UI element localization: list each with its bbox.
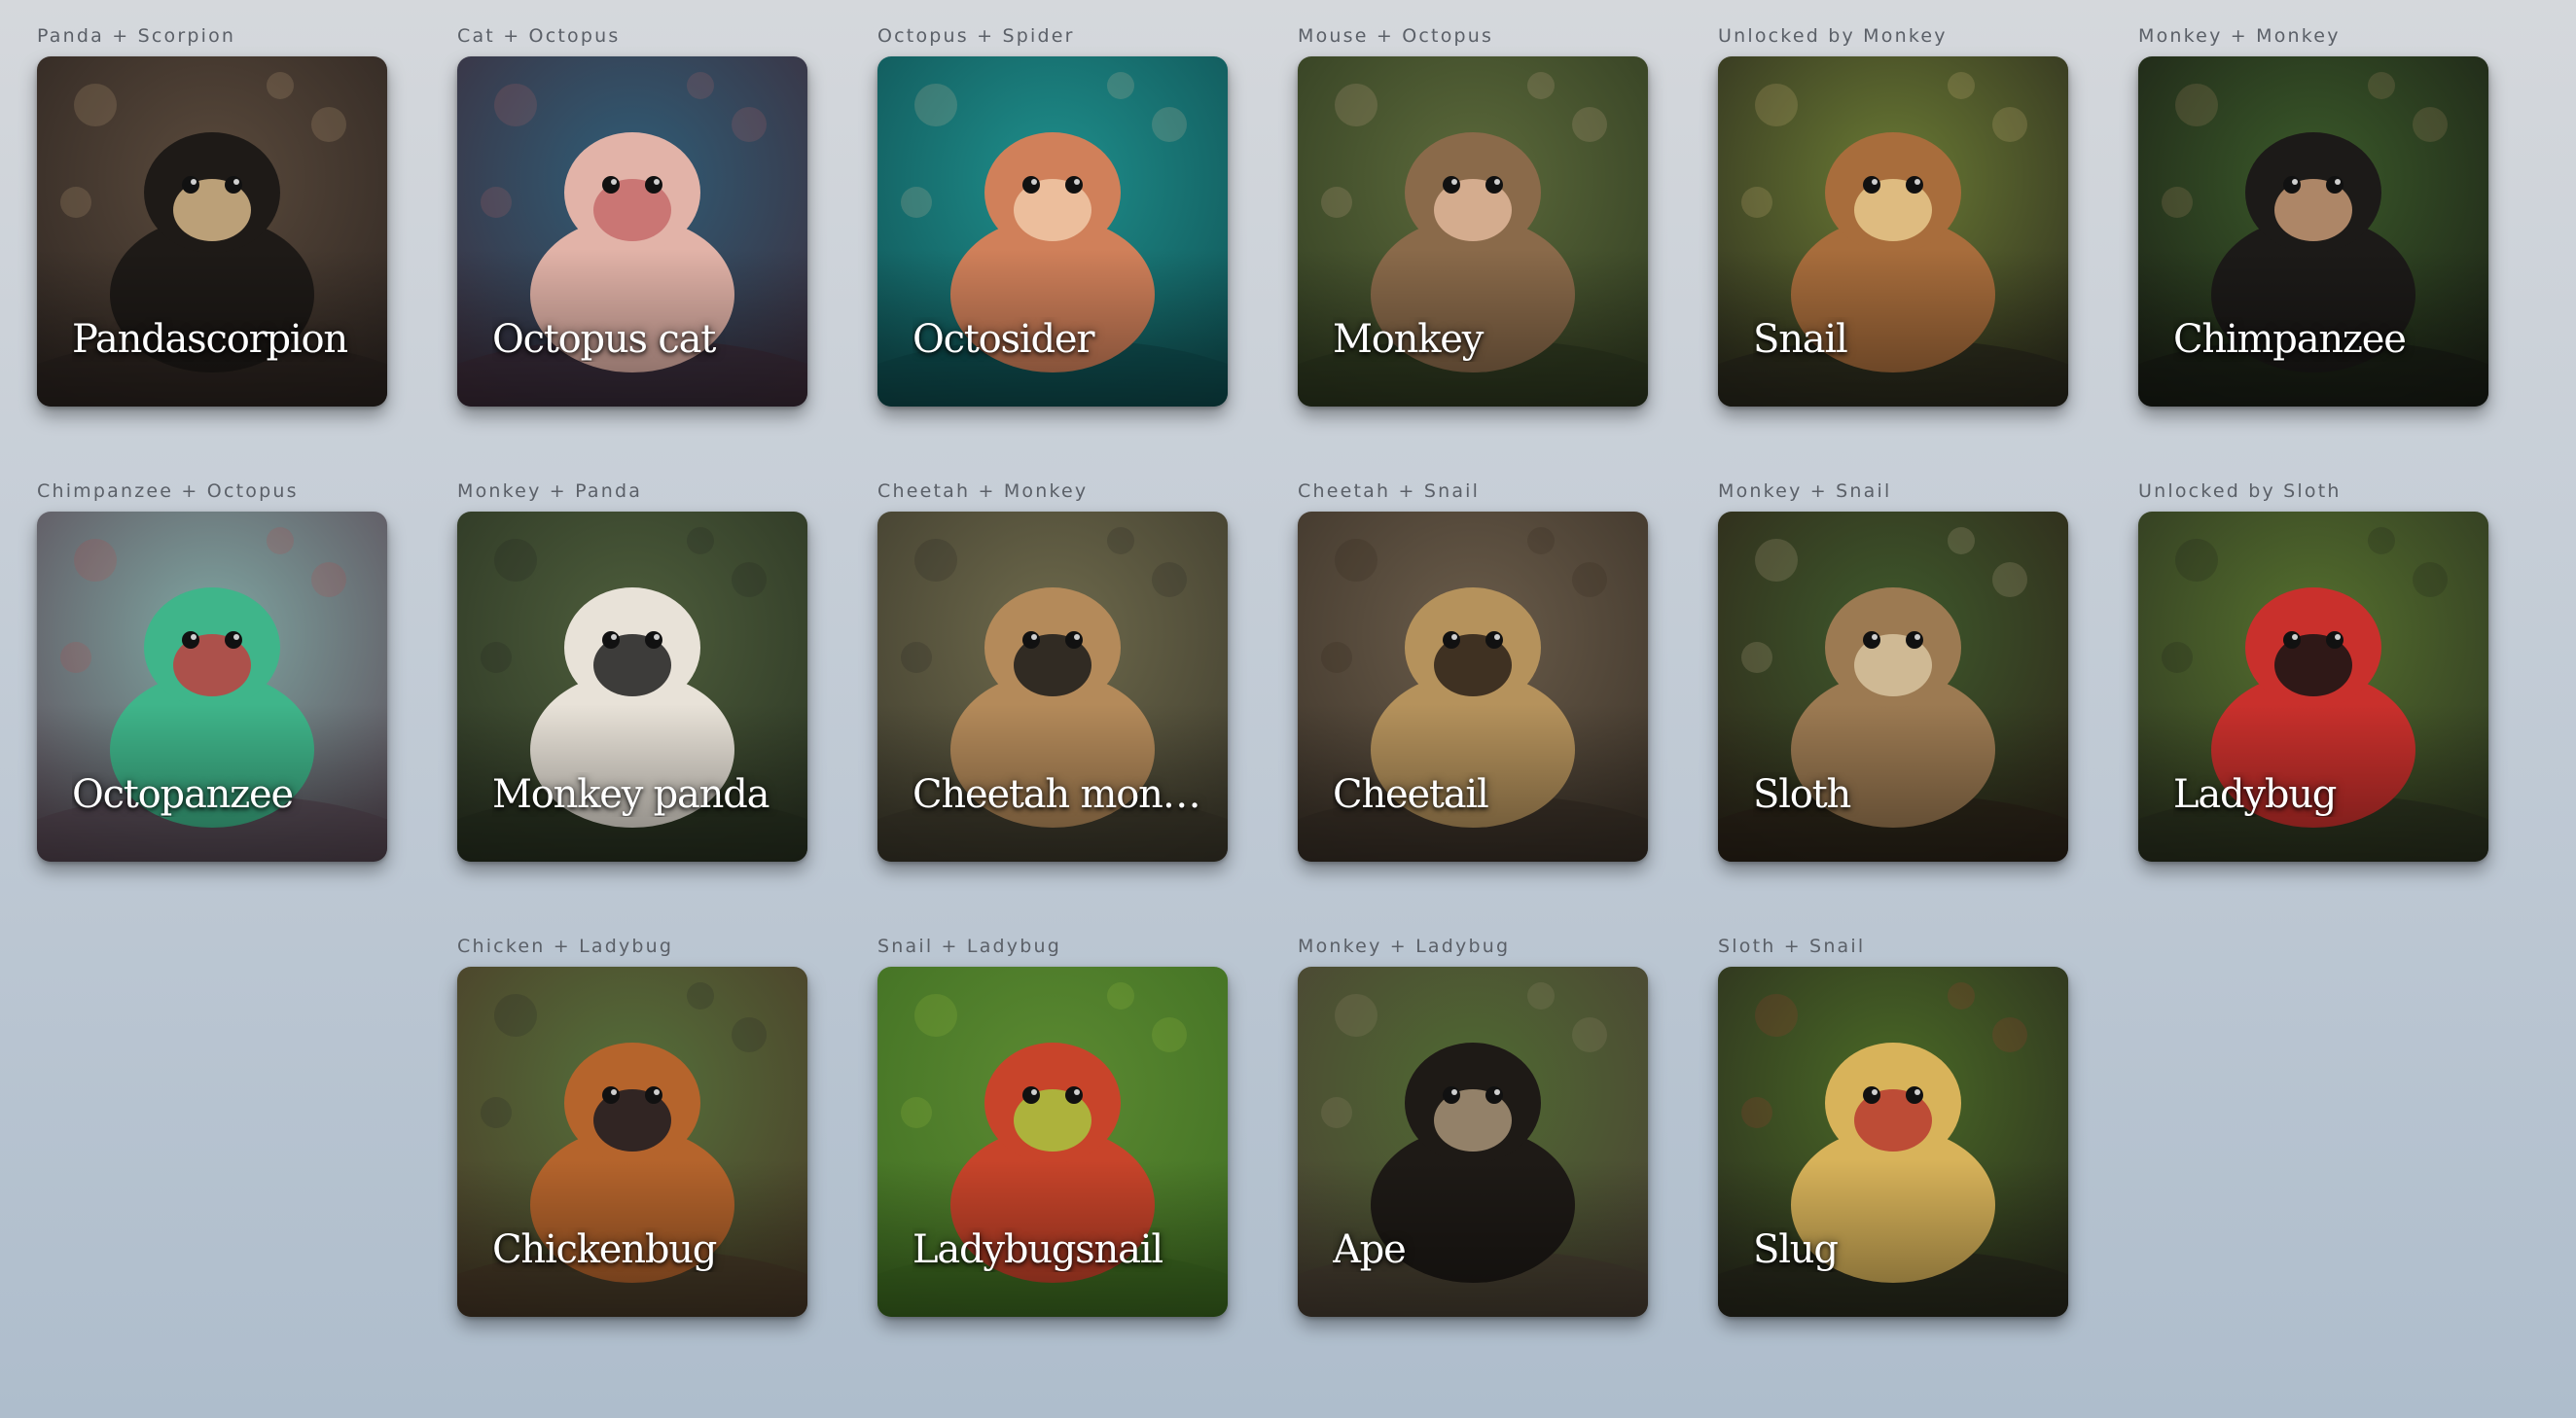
tile-monkey: Mouse + Octopus Monkey xyxy=(1298,23,1650,407)
creature-name: Octosider xyxy=(912,317,1094,362)
creature-card[interactable]: Pandascorpion xyxy=(37,56,387,407)
creature-card[interactable]: Octosider xyxy=(877,56,1228,407)
tile-sloth: Monkey + Snail Sloth xyxy=(1718,479,2070,862)
creature-card[interactable]: Ape xyxy=(1298,967,1648,1317)
creature-card[interactable]: Cheetail xyxy=(1298,512,1648,862)
recipe-label: Unlocked by Sloth xyxy=(2138,480,2342,502)
creature-name: Ladybug xyxy=(2173,772,2337,817)
creature-card[interactable]: Sloth xyxy=(1718,512,2068,862)
creature-name: Sloth xyxy=(1753,772,1851,817)
recipe-label: Unlocked by Monkey xyxy=(1718,25,1948,47)
creature-card[interactable]: Octopanzee xyxy=(37,512,387,862)
creature-card[interactable]: Cheetah monkey xyxy=(877,512,1228,862)
creature-card[interactable]: Snail xyxy=(1718,56,2068,407)
tile-octosider: Octopus + Spider Octosider xyxy=(877,23,1230,407)
tile-chickenbug: Chicken + Ladybug Chickenbug xyxy=(457,934,809,1317)
tile-octopanzee: Chimpanzee + Octopus Octopanzee xyxy=(37,479,389,862)
recipe-label: Monkey + Panda xyxy=(457,480,643,502)
creature-name: Octopanzee xyxy=(72,772,294,817)
creature-name: Octopus cat xyxy=(492,317,716,362)
recipe-label: Monkey + Snail xyxy=(1718,480,1892,502)
recipe-label: Snail + Ladybug xyxy=(877,936,1061,957)
creature-name: Pandascorpion xyxy=(72,317,348,362)
creature-name: Chickenbug xyxy=(492,1227,717,1272)
recipe-label: Cheetah + Snail xyxy=(1298,480,1481,502)
tile-pandascorpion: Panda + Scorpion Pandascorpion xyxy=(37,23,389,407)
recipe-label: Panda + Scorpion xyxy=(37,25,236,47)
recipe-label: Chimpanzee + Octopus xyxy=(37,480,299,502)
recipe-label: Chicken + Ladybug xyxy=(457,936,674,957)
creature-name: Cheetah monkey xyxy=(912,772,1214,817)
tile-cheetail: Cheetah + Snail Cheetail xyxy=(1298,479,1650,862)
creature-name: Ape xyxy=(1333,1227,1407,1272)
recipe-label: Monkey + Monkey xyxy=(2138,25,2341,47)
creature-card[interactable]: Chickenbug xyxy=(457,967,807,1317)
creature-card[interactable]: Ladybug xyxy=(2138,512,2488,862)
tile-monkey-panda: Monkey + Panda Monkey panda xyxy=(457,479,809,862)
creature-name: Snail xyxy=(1753,317,1848,362)
creature-grid: Panda + Scorpion Pandascorpion Cat + Oct… xyxy=(37,23,2537,1385)
creature-name: Monkey xyxy=(1333,317,1484,362)
recipe-label: Sloth + Snail xyxy=(1718,936,1866,957)
creature-card[interactable]: Octopus cat xyxy=(457,56,807,407)
creature-name: Monkey panda xyxy=(492,772,769,817)
tile-octopus-cat: Cat + Octopus Octopus cat xyxy=(457,23,809,407)
creature-card[interactable]: Monkey panda xyxy=(457,512,807,862)
creature-card[interactable]: Chimpanzee xyxy=(2138,56,2488,407)
creature-name: Ladybugsnail xyxy=(912,1227,1163,1272)
tile-chimpanzee: Monkey + Monkey Chimpanzee xyxy=(2138,23,2490,407)
creature-card[interactable]: Slug xyxy=(1718,967,2068,1317)
recipe-label: Cheetah + Monkey xyxy=(877,480,1089,502)
creature-card[interactable]: Ladybugsnail xyxy=(877,967,1228,1317)
recipe-label: Monkey + Ladybug xyxy=(1298,936,1511,957)
creature-name: Slug xyxy=(1753,1227,1839,1272)
tile-snail: Unlocked by Monkey Snail xyxy=(1718,23,2070,407)
recipe-label: Mouse + Octopus xyxy=(1298,25,1494,47)
recipe-label: Cat + Octopus xyxy=(457,25,621,47)
tile-slug: Sloth + Snail Slug xyxy=(1718,934,2070,1317)
tile-ladybug: Unlocked by Sloth Ladybug xyxy=(2138,479,2490,862)
tile-cheetah-monkey: Cheetah + Monkey Cheetah monkey xyxy=(877,479,1230,862)
creature-name: Cheetail xyxy=(1333,772,1489,817)
tile-ladybugsnail: Snail + Ladybug Ladybugsnail xyxy=(877,934,1230,1317)
creature-card[interactable]: Monkey xyxy=(1298,56,1648,407)
creature-name: Chimpanzee xyxy=(2173,317,2407,362)
tile-ape: Monkey + Ladybug Ape xyxy=(1298,934,1650,1317)
recipe-label: Octopus + Spider xyxy=(877,25,1075,47)
